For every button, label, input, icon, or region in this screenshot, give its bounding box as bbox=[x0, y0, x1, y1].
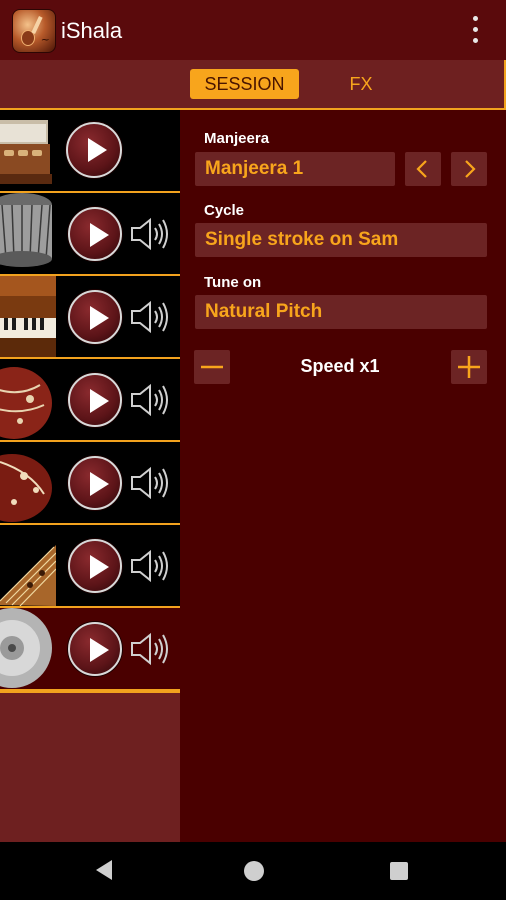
track-row-tabla bbox=[0, 193, 180, 276]
cycle-select[interactable]: Single stroke on Sam bbox=[195, 223, 487, 257]
play-button[interactable] bbox=[68, 456, 122, 510]
play-button[interactable] bbox=[68, 290, 122, 344]
track-row-manjeera bbox=[0, 608, 180, 691]
play-icon bbox=[90, 555, 109, 579]
play-icon bbox=[90, 638, 109, 662]
minus-icon bbox=[201, 365, 223, 369]
track-row-sitar bbox=[0, 442, 180, 525]
tab-session[interactable]: SESSION bbox=[190, 69, 299, 99]
tune-select[interactable]: Natural Pitch bbox=[195, 295, 487, 329]
harmonium-thumbnail bbox=[0, 110, 56, 191]
speed-increase-button[interactable] bbox=[451, 350, 487, 384]
speed-decrease-button[interactable] bbox=[194, 350, 230, 384]
instrument-select[interactable]: Manjeera 1 bbox=[195, 152, 395, 186]
play-button[interactable] bbox=[68, 373, 122, 427]
previous-instrument-button[interactable] bbox=[405, 152, 441, 186]
empty-slot[interactable] bbox=[0, 691, 180, 842]
play-icon bbox=[90, 306, 109, 330]
app-logo: ~ bbox=[12, 9, 56, 53]
speaker-icon[interactable] bbox=[130, 217, 170, 251]
play-button[interactable] bbox=[68, 207, 122, 261]
track-row-swarmandal bbox=[0, 525, 180, 608]
manjeera-thumbnail bbox=[0, 608, 56, 689]
next-instrument-button[interactable] bbox=[451, 152, 487, 186]
tanpura-thumbnail bbox=[0, 359, 56, 440]
play-icon bbox=[90, 389, 109, 413]
plus-icon bbox=[458, 356, 480, 378]
speaker-icon[interactable] bbox=[130, 549, 170, 583]
play-button[interactable] bbox=[68, 539, 122, 593]
speed-label: Speed x1 bbox=[300, 356, 380, 376]
play-button[interactable] bbox=[68, 622, 122, 676]
track-row-tanpura bbox=[0, 359, 180, 442]
recent-apps-icon[interactable] bbox=[390, 862, 408, 880]
play-button[interactable] bbox=[66, 122, 122, 178]
cycle-label: Cycle bbox=[204, 202, 245, 219]
speaker-icon[interactable] bbox=[130, 632, 170, 666]
instrument-label: Manjeera bbox=[204, 130, 270, 147]
sitar-thumbnail bbox=[0, 442, 56, 523]
home-icon[interactable] bbox=[244, 861, 264, 881]
harmonium-keys-thumbnail bbox=[0, 276, 56, 357]
play-icon bbox=[88, 138, 107, 162]
overflow-menu-icon[interactable] bbox=[470, 16, 480, 44]
app-title: iShala bbox=[61, 18, 123, 43]
tab-bar: SESSION FX bbox=[0, 60, 506, 110]
tab-fx[interactable]: FX bbox=[336, 69, 386, 99]
play-icon bbox=[90, 223, 109, 247]
swarmandal-thumbnail bbox=[0, 525, 56, 606]
track-row-harmonium-top bbox=[0, 110, 180, 193]
tune-label: Tune on bbox=[204, 274, 262, 291]
app-bar: ~ iShala bbox=[0, 0, 506, 60]
track-row-harmonium bbox=[0, 276, 180, 359]
system-nav-bar bbox=[0, 842, 506, 900]
chevron-left-icon bbox=[416, 160, 427, 178]
speaker-icon[interactable] bbox=[130, 466, 170, 500]
back-icon[interactable] bbox=[96, 860, 112, 880]
speaker-icon[interactable] bbox=[130, 300, 170, 334]
instrument-panel bbox=[0, 110, 180, 842]
play-icon bbox=[90, 472, 109, 496]
tabla-thumbnail bbox=[0, 193, 56, 274]
speaker-icon[interactable] bbox=[130, 383, 170, 417]
chevron-right-icon bbox=[465, 160, 476, 178]
